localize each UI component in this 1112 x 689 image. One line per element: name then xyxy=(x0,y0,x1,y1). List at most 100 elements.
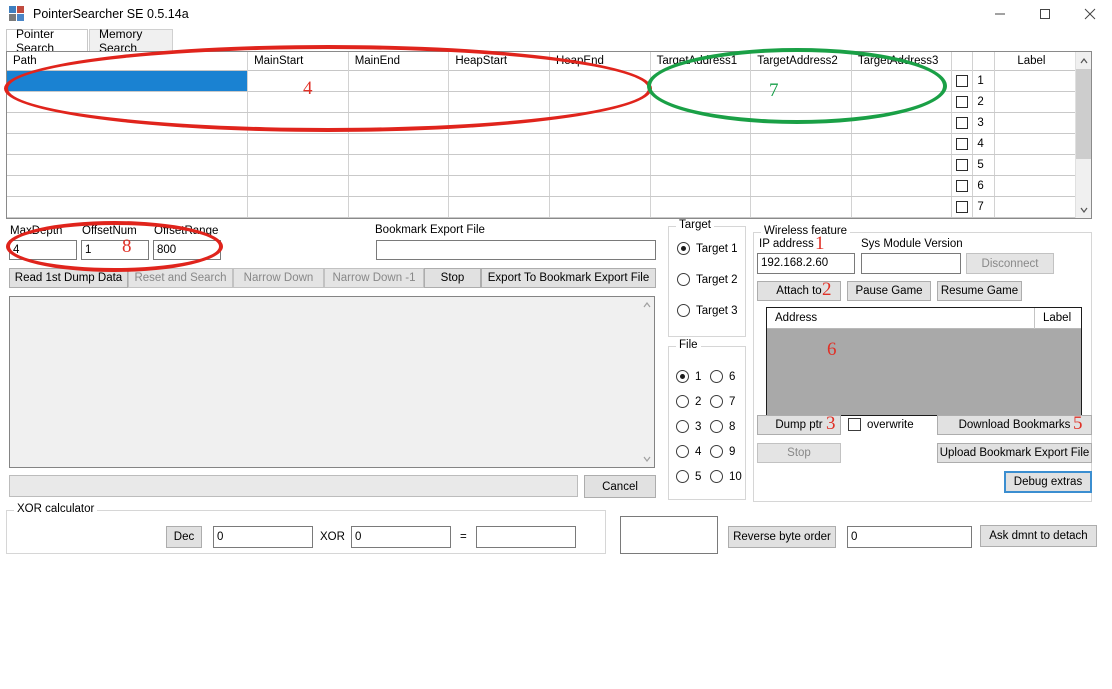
row-checkbox[interactable] xyxy=(952,113,973,133)
offset-num-input[interactable]: 1 xyxy=(81,240,149,260)
cell-heapstart[interactable] xyxy=(449,113,550,133)
cell-mainstart[interactable] xyxy=(248,134,349,154)
scrollbar-thumb[interactable] xyxy=(1076,69,1092,159)
cell-targetaddress1[interactable] xyxy=(651,155,752,175)
xor-result-output[interactable] xyxy=(476,526,576,548)
cell-mainend[interactable] xyxy=(349,113,450,133)
cell-heapend[interactable] xyxy=(550,176,651,196)
scroll-down-icon[interactable] xyxy=(639,451,654,467)
disconnect-button[interactable]: Disconnect xyxy=(966,253,1054,274)
address-list-col-label[interactable]: Label xyxy=(1035,308,1081,329)
cell-targetaddress3[interactable] xyxy=(852,92,953,112)
radio-file-3[interactable]: 3 xyxy=(676,420,701,433)
radio-file-1[interactable]: 1 xyxy=(676,370,701,383)
offset-range-input[interactable]: 800 xyxy=(153,240,221,260)
grid-col-targetaddress3[interactable]: TargetAddress3 xyxy=(852,52,953,71)
cell-targetaddress3[interactable] xyxy=(852,197,953,217)
cell-targetaddress1[interactable] xyxy=(651,92,752,112)
wireless-stop-button[interactable]: Stop xyxy=(757,443,841,463)
cell-heapend[interactable] xyxy=(550,197,651,217)
grid-col-heapstart[interactable]: HeapStart xyxy=(449,52,550,71)
cell-targetaddress1[interactable] xyxy=(651,134,752,154)
reverse-byte-order-input[interactable]: 0 xyxy=(847,526,972,548)
radio-file-2[interactable]: 2 xyxy=(676,395,701,408)
table-row[interactable]: 5 xyxy=(7,155,1091,176)
row-checkbox[interactable] xyxy=(952,197,973,217)
scroll-down-icon[interactable] xyxy=(1076,201,1092,218)
radio-file-4[interactable]: 4 xyxy=(676,445,701,458)
cell-mainend[interactable] xyxy=(349,92,450,112)
bookmark-export-file-input[interactable] xyxy=(376,240,656,260)
log-output-textarea[interactable] xyxy=(9,296,655,468)
cell-targetaddress2[interactable] xyxy=(751,92,852,112)
row-checkbox[interactable] xyxy=(952,92,973,112)
cell-heapstart[interactable] xyxy=(449,71,550,91)
dec-base-button[interactable]: Dec xyxy=(166,526,202,548)
scroll-up-icon[interactable] xyxy=(639,297,654,313)
row-checkbox[interactable] xyxy=(952,134,973,154)
grid-col-heapend[interactable]: HeapEnd xyxy=(550,52,651,71)
narrow-down-button[interactable]: Narrow Down xyxy=(233,268,324,288)
row-checkbox[interactable] xyxy=(952,176,973,196)
resume-game-button[interactable]: Resume Game xyxy=(937,281,1022,301)
cell-heapend[interactable] xyxy=(550,134,651,154)
reverse-byte-order-button[interactable]: Reverse byte order xyxy=(728,526,836,548)
radio-target-2[interactable]: Target 2 xyxy=(677,273,738,286)
max-depth-input[interactable]: 4 xyxy=(9,240,77,260)
cell-mainend[interactable] xyxy=(349,197,450,217)
download-bookmarks-button[interactable]: Download Bookmarks xyxy=(937,415,1092,435)
cell-targetaddress2[interactable] xyxy=(751,155,852,175)
cell-mainstart[interactable] xyxy=(248,71,349,91)
radio-file-6[interactable]: 6 xyxy=(710,370,735,383)
radio-file-5[interactable]: 5 xyxy=(676,470,701,483)
cell-path[interactable] xyxy=(7,197,248,217)
radio-target-1[interactable]: Target 1 xyxy=(677,242,738,255)
row-checkbox[interactable] xyxy=(952,155,973,175)
grid-col-targetaddress1[interactable]: TargetAddress1 xyxy=(651,52,752,71)
address-list-col-address[interactable]: Address xyxy=(767,308,1035,329)
cell-mainstart[interactable] xyxy=(248,176,349,196)
ip-address-input[interactable]: 192.168.2.60 xyxy=(757,253,855,274)
grid-col-mainend[interactable]: MainEnd xyxy=(349,52,450,71)
cell-heapstart[interactable] xyxy=(449,176,550,196)
cell-path[interactable] xyxy=(7,176,248,196)
cell-mainstart[interactable] xyxy=(248,113,349,133)
cell-mainstart[interactable] xyxy=(248,155,349,175)
debug-extras-button[interactable]: Debug extras xyxy=(1004,471,1092,493)
grid-col-mainstart[interactable]: MainStart xyxy=(248,52,349,71)
table-row[interactable]: 1 xyxy=(7,71,1091,92)
maximize-icon[interactable] xyxy=(1022,0,1067,28)
cell-targetaddress3[interactable] xyxy=(852,176,953,196)
cell-heapend[interactable] xyxy=(550,113,651,133)
cell-heapend[interactable] xyxy=(550,155,651,175)
tab-pointer-search[interactable]: Pointer Search xyxy=(6,29,88,52)
cell-mainstart[interactable] xyxy=(248,197,349,217)
cell-heapstart[interactable] xyxy=(449,134,550,154)
radio-file-7[interactable]: 7 xyxy=(710,395,735,408)
address-list[interactable]: Address Label xyxy=(766,307,1082,416)
cell-path[interactable] xyxy=(7,92,248,112)
cell-targetaddress3[interactable] xyxy=(852,71,953,91)
cell-targetaddress3[interactable] xyxy=(852,134,953,154)
xor-operand-b-input[interactable]: 0 xyxy=(351,526,451,548)
cell-mainend[interactable] xyxy=(349,176,450,196)
minimize-icon[interactable] xyxy=(977,0,1022,28)
cell-targetaddress2[interactable] xyxy=(751,71,852,91)
sys-module-version-input[interactable] xyxy=(861,253,961,274)
cell-targetaddress3[interactable] xyxy=(852,113,953,133)
cell-heapstart[interactable] xyxy=(449,155,550,175)
address-list-body[interactable] xyxy=(767,329,1081,415)
radio-file-8[interactable]: 8 xyxy=(710,420,735,433)
cell-heapstart[interactable] xyxy=(449,197,550,217)
xor-operand-a-input[interactable]: 0 xyxy=(213,526,313,548)
table-row[interactable]: 6 xyxy=(7,176,1091,197)
cell-path[interactable] xyxy=(7,113,248,133)
cell-targetaddress2[interactable] xyxy=(751,134,852,154)
table-row[interactable]: 7 xyxy=(7,197,1091,218)
cell-targetaddress2[interactable] xyxy=(751,197,852,217)
grid-col-targetaddress2[interactable]: TargetAddress2 xyxy=(751,52,852,71)
cancel-button[interactable]: Cancel xyxy=(584,475,656,498)
output-vertical-scrollbar[interactable] xyxy=(639,297,654,467)
grid-vertical-scrollbar[interactable] xyxy=(1075,52,1091,218)
upload-bookmark-export-file-button[interactable]: Upload Bookmark Export File xyxy=(937,443,1092,463)
